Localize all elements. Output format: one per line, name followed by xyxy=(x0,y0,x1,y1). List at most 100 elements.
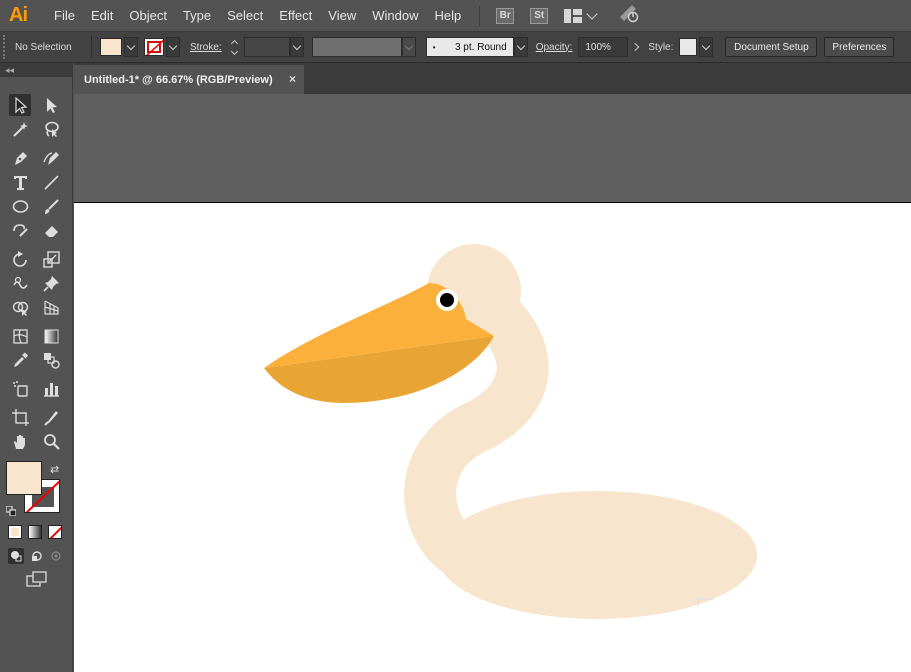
pen-tool[interactable] xyxy=(9,147,31,169)
preferences-button[interactable]: Preferences xyxy=(824,37,895,57)
perspective-grid-icon xyxy=(43,299,59,315)
close-icon[interactable]: × xyxy=(289,72,296,86)
graphic-style-swatch[interactable] xyxy=(679,38,698,56)
zoom-tool[interactable] xyxy=(40,430,62,452)
fill-color-swatch[interactable] xyxy=(100,38,122,56)
fill-dropdown-button[interactable] xyxy=(124,37,138,57)
document-tab[interactable]: Untitled-1* @ 66.67% (RGB/Preview) × xyxy=(74,65,304,94)
artboard[interactable] xyxy=(74,202,911,672)
pelican-eye[interactable] xyxy=(440,293,454,307)
menu-view[interactable]: View xyxy=(320,0,364,31)
slice-tool[interactable] xyxy=(40,406,62,428)
perspective-grid-tool[interactable] xyxy=(40,296,62,318)
type-tool[interactable] xyxy=(9,171,31,193)
variable-width-dropdown[interactable] xyxy=(401,37,416,57)
chevron-down-icon xyxy=(231,47,239,55)
draw-inside-button[interactable] xyxy=(48,548,64,564)
artboard-tool[interactable] xyxy=(9,406,31,428)
workspace-switcher[interactable] xyxy=(564,7,598,23)
column-graph-tool[interactable] xyxy=(40,377,62,399)
eraser-tool[interactable] xyxy=(40,219,62,241)
draw-normal-icon xyxy=(11,551,22,562)
symbol-sprayer-tool[interactable] xyxy=(9,377,31,399)
stroke-weight-field[interactable] xyxy=(243,37,290,57)
line-segment-icon xyxy=(43,174,59,190)
draw-behind-icon xyxy=(32,551,42,561)
curvature-tool[interactable] xyxy=(40,147,62,169)
gradient-tool[interactable] xyxy=(40,325,62,347)
menu-edit[interactable]: Edit xyxy=(83,0,121,31)
selection-arrow-icon xyxy=(14,96,27,114)
draw-normal-button[interactable] xyxy=(8,548,24,564)
control-bar-grip[interactable] xyxy=(3,35,9,59)
slice-knife-icon xyxy=(43,410,58,426)
eyedropper-tool[interactable] xyxy=(9,349,31,371)
menu-type[interactable]: Type xyxy=(175,0,219,31)
direct-selection-tool[interactable] xyxy=(40,94,62,116)
magic-wand-icon xyxy=(12,121,28,137)
eraser-icon xyxy=(44,225,58,237)
stroke-weight-stepper[interactable] xyxy=(228,37,242,57)
menu-effect[interactable]: Effect xyxy=(271,0,320,31)
variable-width-profile[interactable] xyxy=(311,37,402,57)
shaper-tool[interactable] xyxy=(9,219,31,241)
brush-definition-label: 3 pt. Round xyxy=(454,41,507,53)
pasteboard[interactable] xyxy=(74,94,911,202)
chevron-down-icon xyxy=(126,41,136,50)
hand-tool[interactable] xyxy=(9,430,31,452)
rotate-tool[interactable] xyxy=(9,248,31,270)
document-setup-button[interactable]: Document Setup xyxy=(725,37,818,57)
mesh-tool[interactable] xyxy=(9,325,31,347)
default-fill-stroke-icon[interactable] xyxy=(5,503,17,517)
gradient-mode-button[interactable] xyxy=(28,525,42,539)
paintbrush-tool[interactable] xyxy=(40,195,62,217)
menu-object[interactable]: Object xyxy=(121,0,175,31)
divider xyxy=(91,36,92,58)
puppet-warp-tool[interactable] xyxy=(40,272,62,294)
brush-definition-field[interactable]: • 3 pt. Round xyxy=(425,37,514,57)
chevron-down-icon xyxy=(404,41,413,50)
warp-tool[interactable] xyxy=(9,272,31,294)
gpu-performance-icon[interactable] xyxy=(618,3,640,28)
draw-behind-button[interactable] xyxy=(29,548,45,564)
opacity-expand-button[interactable] xyxy=(628,37,642,57)
stroke-dropdown-button[interactable] xyxy=(166,37,180,57)
chevron-down-icon xyxy=(586,7,598,20)
pelican-body[interactable] xyxy=(437,491,757,619)
line-segment-tool[interactable] xyxy=(40,171,62,193)
menu-select[interactable]: Select xyxy=(219,0,271,31)
opacity-label[interactable]: Opacity: xyxy=(536,42,573,53)
stroke-weight-dropdown[interactable] xyxy=(289,37,304,57)
stroke-label[interactable]: Stroke: xyxy=(190,42,222,53)
style-dropdown-button[interactable] xyxy=(699,37,714,57)
brush-dropdown-button[interactable] xyxy=(513,37,528,57)
color-mode-button[interactable] xyxy=(8,525,22,539)
fill-color-box[interactable] xyxy=(6,461,42,495)
zoom-magnifier-icon xyxy=(43,433,60,450)
shape-builder-tool[interactable] xyxy=(9,296,31,318)
menu-window[interactable]: Window xyxy=(364,0,426,31)
ellipse-tool[interactable] xyxy=(9,195,31,217)
document-tab-title: Untitled-1* @ 66.67% (RGB/Preview) xyxy=(84,73,273,86)
menu-file[interactable]: File xyxy=(46,0,83,31)
stroke-color-swatch[interactable] xyxy=(144,38,164,56)
menu-help[interactable]: Help xyxy=(426,0,469,31)
pelican-illustration[interactable] xyxy=(74,203,911,672)
bridge-button[interactable]: Br xyxy=(496,7,515,24)
screen-mode-button[interactable] xyxy=(26,571,48,587)
selection-tool[interactable] xyxy=(9,94,31,116)
stock-button[interactable]: St xyxy=(530,7,549,24)
magic-wand-tool[interactable] xyxy=(9,118,31,140)
gradient-icon xyxy=(44,329,58,343)
menu-separator xyxy=(479,5,481,26)
blend-tool[interactable] xyxy=(40,349,62,371)
tools-collapse-button[interactable]: ◂◂ xyxy=(0,63,72,77)
hand-icon xyxy=(13,434,25,449)
swap-fill-stroke-icon[interactable]: ⇄ xyxy=(50,463,59,476)
none-slash-icon xyxy=(49,526,61,538)
none-mode-button[interactable] xyxy=(48,525,62,539)
opacity-field[interactable]: 100% xyxy=(578,37,629,57)
document-tab-bar: Untitled-1* @ 66.67% (RGB/Preview) × xyxy=(74,63,911,94)
scale-tool[interactable] xyxy=(40,248,62,270)
lasso-tool[interactable] xyxy=(40,118,62,140)
